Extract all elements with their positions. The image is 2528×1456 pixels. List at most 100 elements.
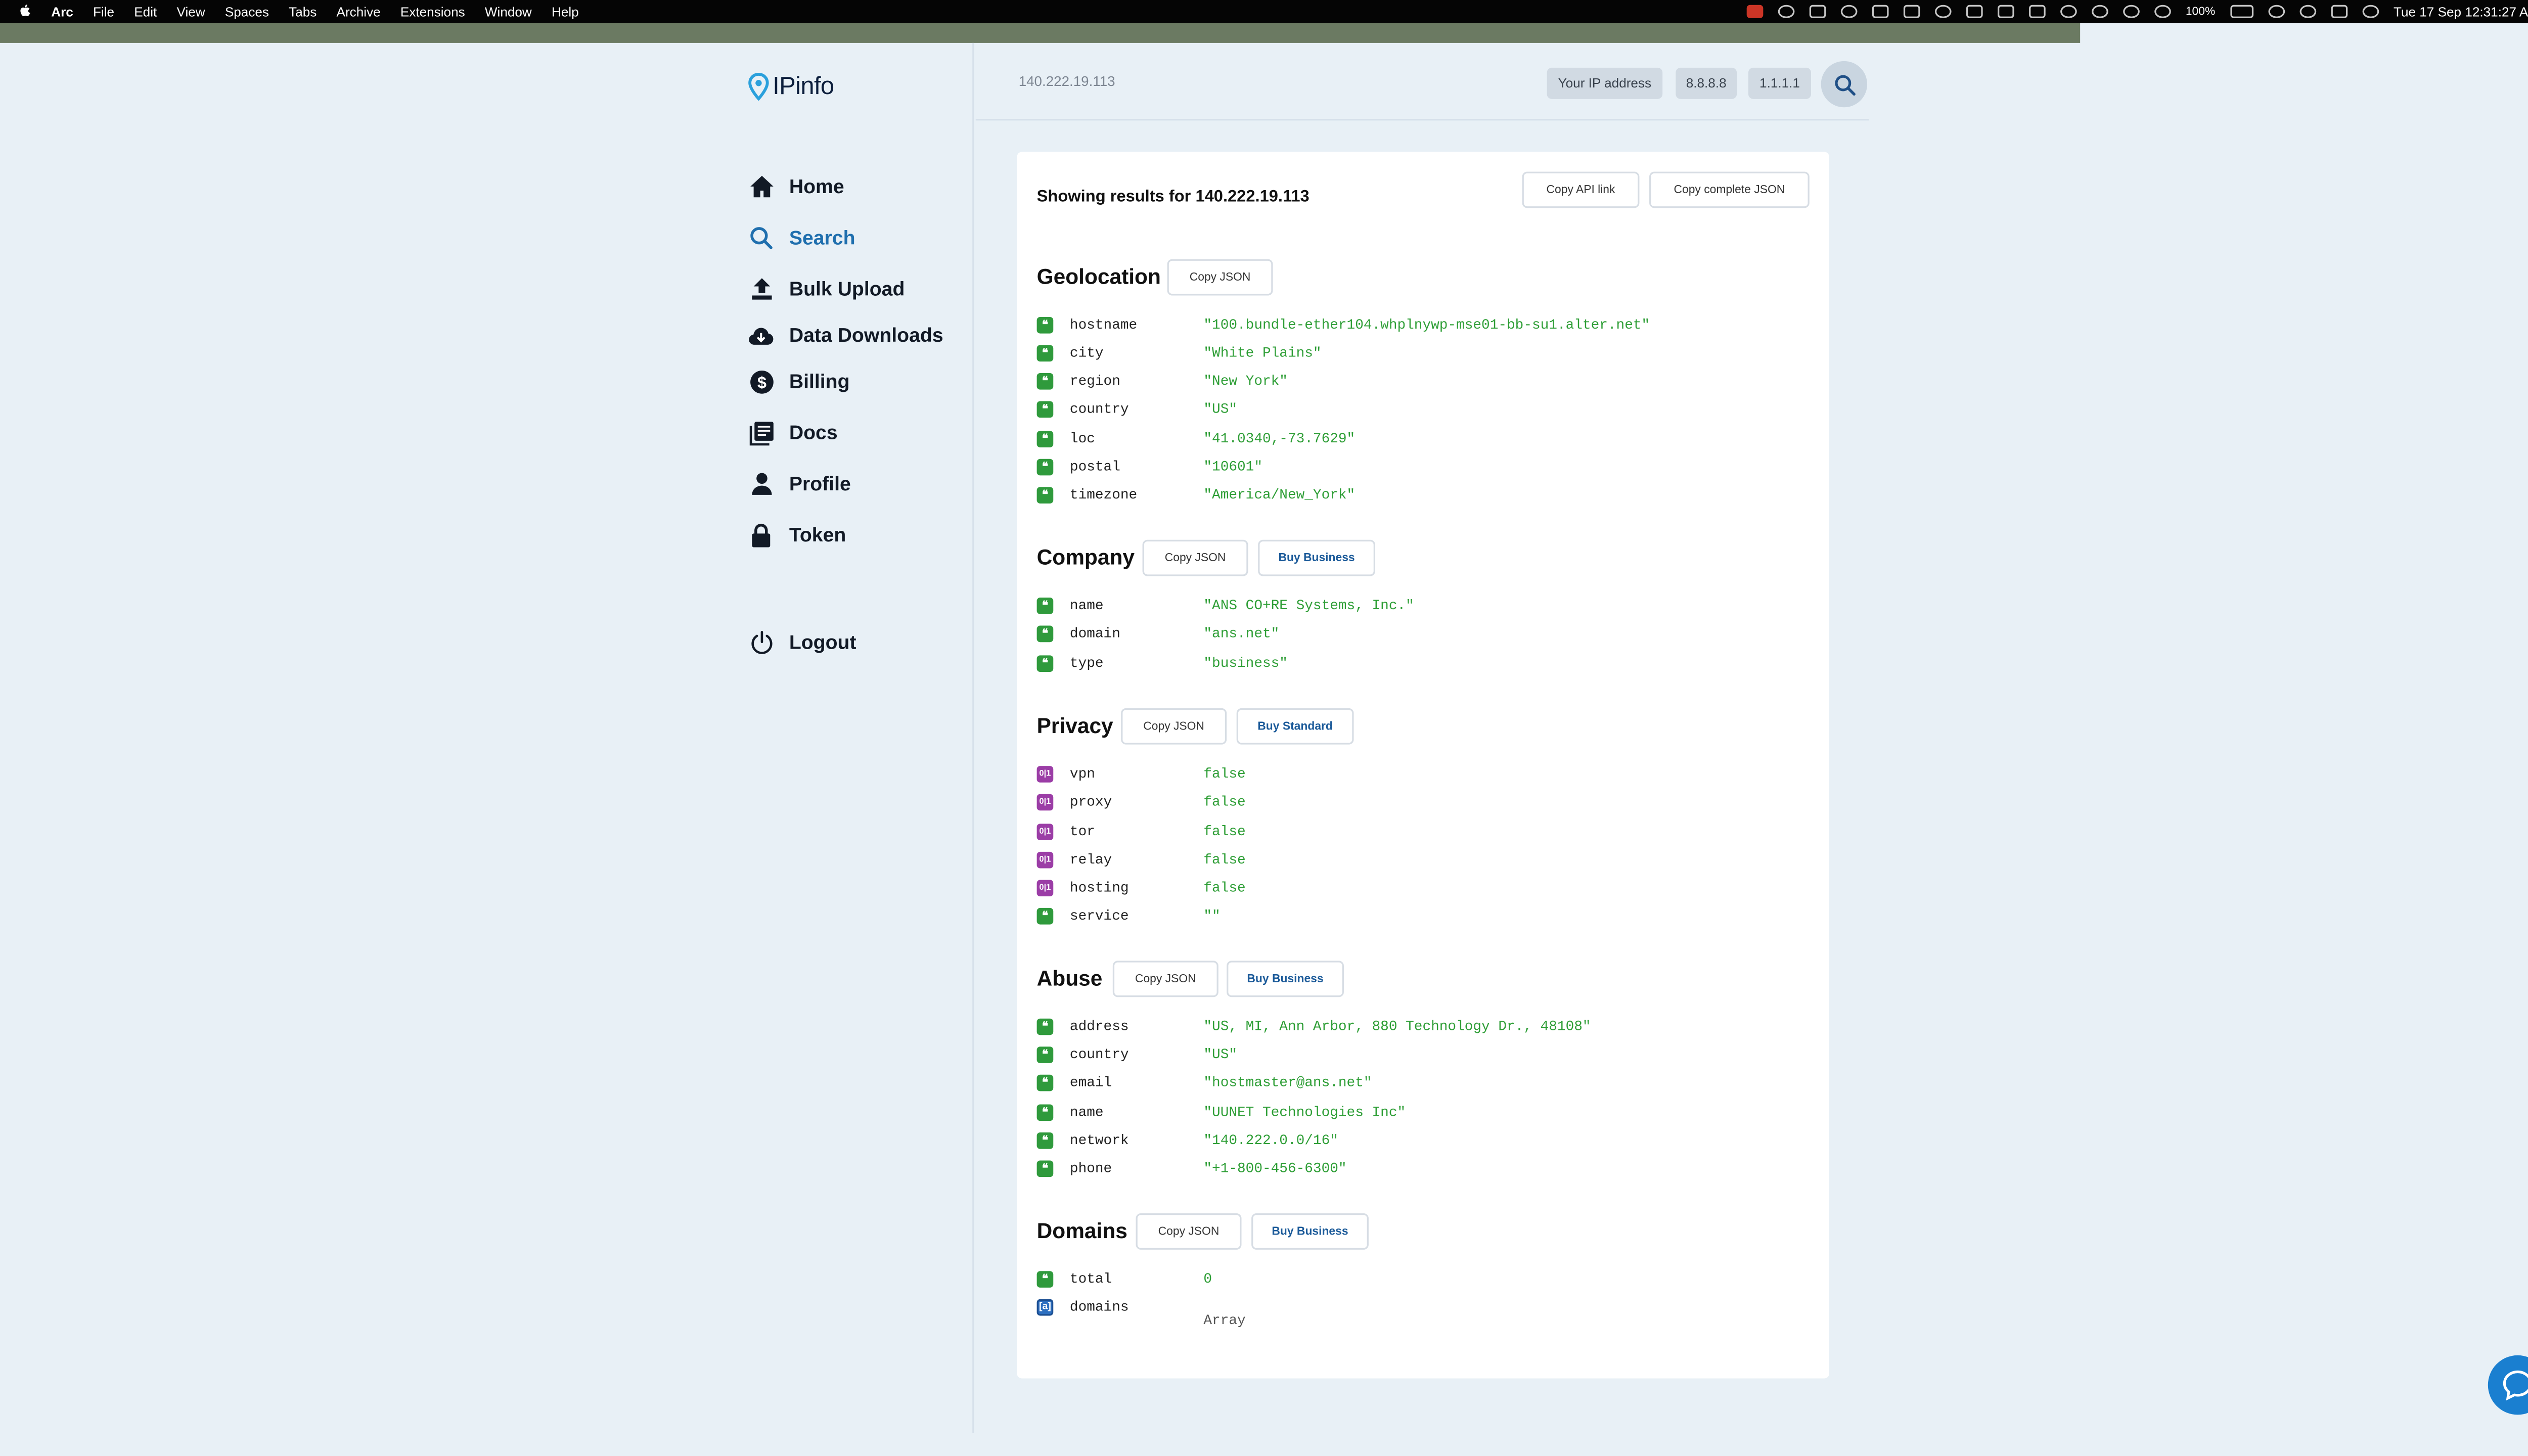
search-icon — [748, 224, 774, 251]
company-copy-json-button[interactable]: Copy JSON — [1142, 539, 1248, 576]
quick-ip-8888-button[interactable]: 8.8.8.8 — [1676, 67, 1737, 99]
search-input[interactable]: 140.222.19.113 — [1019, 73, 1115, 89]
user-icon — [748, 471, 774, 497]
search-button[interactable] — [1821, 61, 1868, 108]
airdrop-icon[interactable] — [2091, 5, 2108, 18]
apple-icon[interactable] — [18, 3, 31, 21]
field-value: "100.bundle-ether104.whplnywp-mse01-bb-s… — [1203, 316, 1650, 334]
menu-spaces[interactable]: Spaces — [225, 4, 269, 19]
field-key: postal — [1069, 459, 1120, 476]
bluetooth-icon[interactable] — [2123, 5, 2140, 18]
string-type-icon: ❝ — [1036, 1160, 1054, 1177]
sidebar-item-profile[interactable]: Profile — [748, 471, 851, 497]
table-row: ❝ loc "41.0340,-73.7629" — [1036, 429, 1355, 449]
copy-api-link-button[interactable]: Copy API link — [1522, 171, 1640, 208]
geolocation-copy-json-button[interactable]: Copy JSON — [1167, 259, 1273, 296]
sidebar-item-label: Docs — [789, 421, 838, 444]
field-key: address — [1069, 1018, 1129, 1035]
field-value: "US" — [1203, 1046, 1238, 1063]
menu-file[interactable]: File — [93, 4, 114, 19]
sidebar-item-search[interactable]: Search — [748, 224, 855, 251]
sidebar-item-home[interactable]: Home — [748, 173, 844, 200]
string-type-icon: ❝ — [1036, 1104, 1054, 1121]
privacy-copy-json-button[interactable]: Copy JSON — [1121, 708, 1227, 745]
status-app-icon[interactable] — [2028, 5, 2046, 18]
string-type-icon: ❝ — [1036, 431, 1054, 447]
field-value: 0 — [1203, 1271, 1212, 1288]
field-key: phone — [1069, 1160, 1112, 1177]
string-type-icon: ❝ — [1036, 1271, 1054, 1288]
sidebar-item-label: Home — [789, 175, 844, 198]
menu-archive[interactable]: Archive — [337, 4, 381, 19]
field-key: type — [1069, 655, 1104, 672]
menu-view[interactable]: View — [176, 4, 205, 19]
field-key: vpn — [1069, 766, 1095, 783]
menu-bar: Arc File Edit View Spaces Tabs Archive E… — [0, 0, 2528, 23]
logo-text: IPinfo — [773, 72, 834, 101]
control-center-icon[interactable] — [2330, 5, 2348, 18]
sidebar-item-bulk-upload[interactable]: Bulk Upload — [748, 276, 905, 302]
spotlight-icon[interactable] — [2299, 5, 2316, 18]
menu-window[interactable]: Window — [485, 4, 532, 19]
battery-icon[interactable] — [2230, 5, 2253, 18]
privacy-buy-standard-button[interactable]: Buy Standard — [1236, 708, 1354, 745]
sidebar: IPinfo Home Search Bulk Upload Data Down… — [727, 42, 974, 1433]
domains-buy-business-button[interactable]: Buy Business — [1251, 1213, 1369, 1250]
logout-button[interactable]: Logout — [748, 629, 856, 655]
sidebar-item-data-downloads[interactable]: Data Downloads — [748, 322, 943, 348]
play-icon[interactable] — [2154, 5, 2171, 18]
menu-edit[interactable]: Edit — [134, 4, 157, 19]
menu-extensions[interactable]: Extensions — [400, 4, 465, 19]
string-type-icon: ❝ — [1036, 1046, 1054, 1063]
status-app-icon[interactable] — [1840, 5, 1858, 18]
string-type-icon: ❝ — [1036, 345, 1054, 362]
status-app-icon[interactable] — [1778, 5, 1794, 18]
abuse-buy-business-button[interactable]: Buy Business — [1227, 961, 1344, 997]
domains-copy-json-button[interactable]: Copy JSON — [1136, 1213, 1242, 1250]
section-title-domains: Domains — [1036, 1218, 1127, 1243]
field-key: hosting — [1069, 880, 1129, 897]
menu-arc[interactable]: Arc — [51, 4, 73, 19]
menu-tabs[interactable]: Tabs — [289, 4, 317, 19]
company-buy-business-button[interactable]: Buy Business — [1258, 539, 1375, 576]
sidebar-item-billing[interactable]: $ Billing — [748, 368, 850, 394]
abuse-copy-json-button[interactable]: Copy JSON — [1112, 961, 1218, 997]
window-icon[interactable] — [1966, 5, 1983, 18]
menu-help[interactable]: Help — [552, 4, 579, 19]
wifi-icon[interactable] — [2268, 5, 2285, 18]
field-value: false — [1203, 880, 1246, 897]
field-key: domains — [1069, 1299, 1129, 1316]
copy-complete-json-button[interactable]: Copy complete JSON — [1649, 171, 1810, 208]
volume-icon[interactable] — [1934, 5, 1952, 18]
section-title-privacy: Privacy — [1036, 713, 1113, 738]
ipinfo-logo[interactable]: IPinfo — [748, 73, 834, 101]
search-icon — [1834, 74, 1855, 95]
chat-bubble-icon — [2503, 1370, 2528, 1401]
boolean-type-icon: 0|1 — [1036, 794, 1054, 811]
field-key: name — [1069, 598, 1104, 614]
field-value: "business" — [1203, 655, 1288, 672]
field-value: false — [1203, 794, 1246, 811]
your-ip-button[interactable]: Your IP address — [1547, 67, 1663, 99]
keyboard-icon[interactable] — [1872, 5, 1889, 18]
display-icon[interactable] — [1903, 5, 1920, 18]
field-value: "ans.net" — [1203, 625, 1280, 643]
moon-icon[interactable] — [2060, 5, 2077, 18]
status-app-icon[interactable] — [1746, 5, 1763, 18]
string-type-icon: ❝ — [1036, 373, 1054, 390]
status-app-icon[interactable] — [1809, 5, 1826, 18]
field-key: relay — [1069, 851, 1112, 869]
sidebar-item-token[interactable]: Token — [748, 522, 846, 548]
status-app-icon[interactable] — [1997, 5, 2014, 18]
clock[interactable]: Tue 17 Sep 12:31:27 AM — [2394, 4, 2528, 19]
siri-icon[interactable] — [2362, 5, 2379, 18]
help-chat-button[interactable] — [2488, 1355, 2528, 1415]
table-row: ❝ hostname "100.bundle-ether104.whplnywp-m… — [1036, 315, 1650, 335]
docs-icon — [748, 419, 774, 445]
sidebar-item-docs[interactable]: Docs — [748, 419, 838, 445]
quick-ip-1111-button[interactable]: 1.1.1.1 — [1748, 67, 1812, 99]
field-key: city — [1069, 345, 1104, 362]
field-key: proxy — [1069, 794, 1112, 811]
field-value[interactable]: Array — [1203, 1312, 1245, 1329]
field-value: false — [1203, 851, 1246, 869]
